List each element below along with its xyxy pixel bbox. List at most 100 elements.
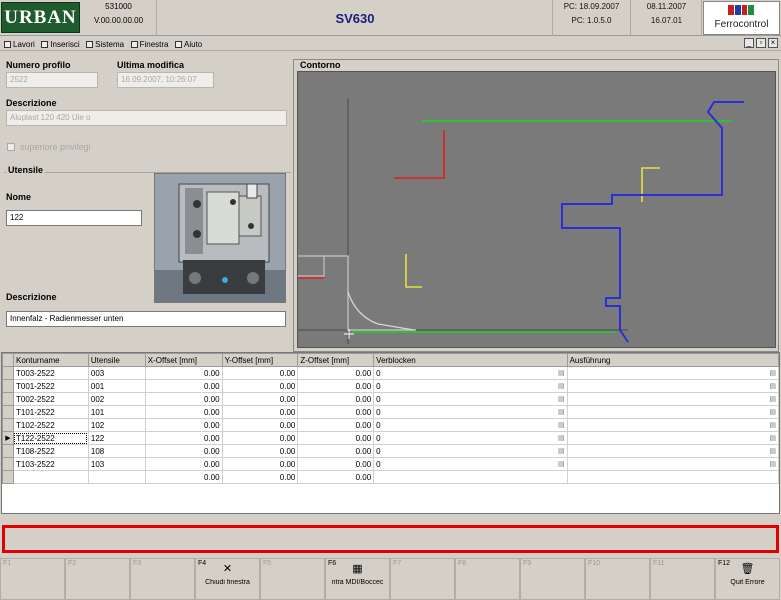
cell-verblocken[interactable]: ▤ 0 <box>373 457 568 471</box>
cell-ausfuhrung[interactable]: ▤ <box>566 379 779 393</box>
cell-x-offset[interactable]: 0.00 <box>144 392 223 406</box>
header-utensile[interactable]: Utensile <box>87 353 146 367</box>
cell-verblocken[interactable]: ▤ 0 <box>373 366 568 380</box>
cell-konturname[interactable]: T003-2522 <box>12 366 89 380</box>
cell-x-offset[interactable]: 0.00 <box>144 405 223 419</box>
cell-z-offset[interactable]: 0.00 <box>297 418 375 432</box>
cell-z-offset[interactable]: 0.00 <box>297 405 375 419</box>
dropdown-arrow-icon[interactable]: ▤ <box>769 434 776 442</box>
table-row[interactable]: T102-2522 102 0.00 0.00 0.00 ▤ 0 ▤ <box>2 418 779 432</box>
fkey-f3[interactable]: F3 <box>130 558 195 600</box>
dropdown-arrow-icon[interactable]: ▤ <box>558 447 565 455</box>
dropdown-arrow-icon[interactable]: ▤ <box>558 382 565 390</box>
dropdown-arrow-icon[interactable]: ▤ <box>769 395 776 403</box>
table-row[interactable]: ▶ T122-2522 122 0.00 0.00 0.00 ▤ 0 ▤ <box>2 431 779 445</box>
cell-z-offset[interactable]: 0.00 <box>297 431 375 445</box>
fkey-f4[interactable]: F4 ✕ Chiudi finestra <box>195 558 260 600</box>
fkey-f10[interactable]: F10 <box>585 558 650 600</box>
utensile-descrizione-field[interactable]: Innenfalz - Radienmesser unten <box>6 311 286 327</box>
cell-verblocken[interactable] <box>373 470 568 484</box>
cell-y-offset[interactable]: 0.00 <box>221 405 299 419</box>
cell-x-offset[interactable]: 0.00 <box>144 470 223 484</box>
cell-utensile[interactable]: 108 <box>87 444 146 458</box>
cell-z-offset[interactable]: 0.00 <box>297 470 375 484</box>
restore-icon[interactable]: ▫ <box>756 38 766 48</box>
cell-y-offset[interactable]: 0.00 <box>221 444 299 458</box>
fkey-f12[interactable]: F12 🗑 Quit Errore <box>715 558 780 600</box>
cell-utensile[interactable]: 102 <box>87 418 146 432</box>
cell-konturname[interactable]: T002-2522 <box>12 392 89 406</box>
fkey-f11[interactable]: F11 <box>650 558 715 600</box>
cell-utensile[interactable] <box>87 470 146 484</box>
table-row[interactable]: T108-2522 108 0.00 0.00 0.00 ▤ 0 ▤ <box>2 444 779 458</box>
fkey-f1[interactable]: F1 <box>0 558 65 600</box>
menu-inserisci[interactable]: Inserisci <box>41 37 80 51</box>
cell-y-offset[interactable]: 0.00 <box>221 431 299 445</box>
cell-x-offset[interactable]: 0.00 <box>144 457 223 471</box>
table-row[interactable]: T002-2522 002 0.00 0.00 0.00 ▤ 0 ▤ <box>2 392 779 406</box>
header-x-offset[interactable]: X-Offset [mm] <box>144 353 223 367</box>
cell-x-offset[interactable]: 0.00 <box>144 418 223 432</box>
dropdown-arrow-icon[interactable]: ▤ <box>769 421 776 429</box>
cell-utensile[interactable]: 122 <box>87 431 146 445</box>
dropdown-arrow-icon[interactable]: ▤ <box>769 460 776 468</box>
cell-y-offset[interactable]: 0.00 <box>221 418 299 432</box>
dropdown-arrow-icon[interactable]: ▤ <box>558 369 565 377</box>
fkey-f9[interactable]: F9 <box>520 558 585 600</box>
dropdown-arrow-icon[interactable]: ▤ <box>558 421 565 429</box>
cell-verblocken[interactable]: ▤ 0 <box>373 431 568 445</box>
cell-y-offset[interactable]: 0.00 <box>221 470 299 484</box>
cell-utensile[interactable]: 001 <box>87 379 146 393</box>
cell-konturname[interactable] <box>12 470 89 484</box>
table-row[interactable]: T101-2522 101 0.00 0.00 0.00 ▤ 0 ▤ <box>2 405 779 419</box>
cell-ausfuhrung[interactable]: ▤ <box>566 431 779 445</box>
header-y-offset[interactable]: Y-Offset [mm] <box>221 353 299 367</box>
header-verblocken[interactable]: Verblocken <box>373 353 568 367</box>
dropdown-arrow-icon[interactable]: ▤ <box>769 408 776 416</box>
contour-canvas[interactable] <box>297 71 776 348</box>
cell-ausfuhrung[interactable]: ▤ <box>566 366 779 380</box>
table-row[interactable]: 0.00 0.00 0.00 <box>2 470 779 484</box>
cell-x-offset[interactable]: 0.00 <box>144 444 223 458</box>
cell-konturname[interactable]: T108-2522 <box>12 444 89 458</box>
fkey-f6[interactable]: F6 ▦ ntra MDI/Boccec <box>325 558 390 600</box>
cell-konturname[interactable]: T001-2522 <box>12 379 89 393</box>
cell-verblocken[interactable]: ▤ 0 <box>373 405 568 419</box>
close-icon[interactable]: × <box>768 38 778 48</box>
cell-verblocken[interactable]: ▤ 0 <box>373 444 568 458</box>
cell-verblocken[interactable]: ▤ 0 <box>373 379 568 393</box>
cell-y-offset[interactable]: 0.00 <box>221 392 299 406</box>
menu-sistema[interactable]: Sistema <box>86 37 124 51</box>
cell-z-offset[interactable]: 0.00 <box>297 366 375 380</box>
cell-verblocken[interactable]: ▤ 0 <box>373 392 568 406</box>
cell-konturname[interactable]: T103-2522 <box>12 457 89 471</box>
cell-z-offset[interactable]: 0.00 <box>297 444 375 458</box>
header-ausfuhrung[interactable]: Ausführung <box>566 353 779 367</box>
cell-y-offset[interactable]: 0.00 <box>221 379 299 393</box>
dropdown-arrow-icon[interactable]: ▤ <box>558 460 565 468</box>
dropdown-arrow-icon[interactable]: ▤ <box>558 434 565 442</box>
cell-utensile[interactable]: 002 <box>87 392 146 406</box>
cell-x-offset[interactable]: 0.00 <box>144 366 223 380</box>
fkey-f8[interactable]: F8 <box>455 558 520 600</box>
cell-verblocken[interactable]: ▤ 0 <box>373 418 568 432</box>
cell-z-offset[interactable]: 0.00 <box>297 379 375 393</box>
fkey-f5[interactable]: F5 <box>260 558 325 600</box>
fkey-f7[interactable]: F7 <box>390 558 455 600</box>
cell-konturname[interactable]: T122-2522 <box>12 431 89 445</box>
minimize-icon[interactable]: _ <box>744 38 754 48</box>
cell-z-offset[interactable]: 0.00 <box>297 457 375 471</box>
cell-utensile[interactable]: 103 <box>87 457 146 471</box>
menu-aiuto[interactable]: Aiuto <box>175 37 202 51</box>
dropdown-arrow-icon[interactable]: ▤ <box>558 395 565 403</box>
header-konturname[interactable]: Konturname <box>12 353 89 367</box>
dropdown-arrow-icon[interactable]: ▤ <box>558 408 565 416</box>
cell-ausfuhrung[interactable]: ▤ <box>566 418 779 432</box>
cell-utensile[interactable]: 101 <box>87 405 146 419</box>
table-row[interactable]: T003-2522 003 0.00 0.00 0.00 ▤ 0 ▤ <box>2 366 779 380</box>
cell-y-offset[interactable]: 0.00 <box>221 366 299 380</box>
cell-x-offset[interactable]: 0.00 <box>144 379 223 393</box>
nome-field[interactable]: 122 <box>6 210 142 226</box>
cell-konturname[interactable]: T101-2522 <box>12 405 89 419</box>
superiore-checkbox[interactable] <box>7 143 15 151</box>
